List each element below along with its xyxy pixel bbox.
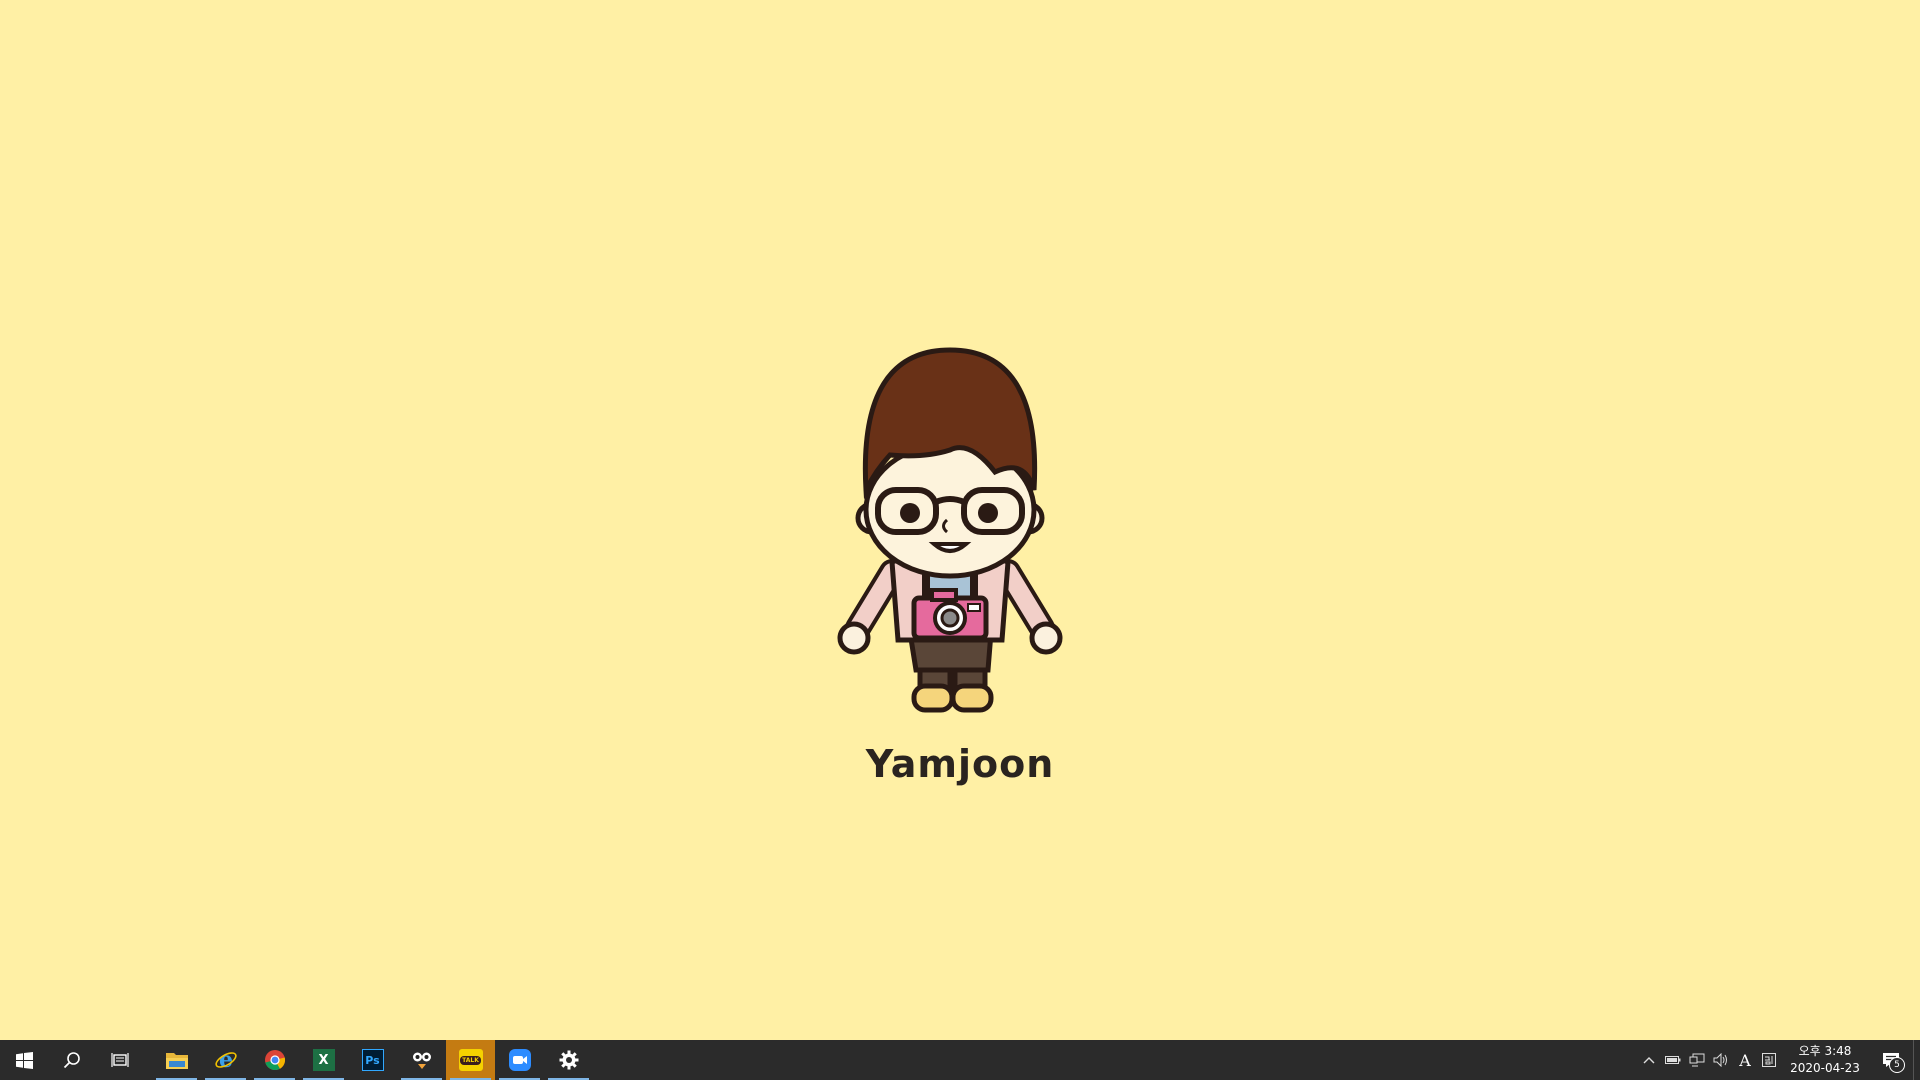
taskbar-app-bandizip[interactable] [397,1040,446,1080]
settings-icon [559,1050,578,1070]
task-view-icon [111,1053,129,1067]
taskbar-app-settings[interactable] [544,1040,593,1080]
clock[interactable]: 오후 3:48 2020-04-23 [1781,1040,1869,1080]
taskbar: e X Ps TALK A 오후 3:48 2020-04-23 5 [0,1040,1920,1080]
file-explorer-icon [165,1053,188,1069]
excel-logo-text: X [318,1052,329,1068]
taskbar-app-kakaotalk[interactable]: TALK [446,1040,495,1080]
clock-date: 2020-04-23 [1790,1061,1860,1075]
action-center-button[interactable]: 5 [1869,1040,1913,1080]
ime-mode-text: A [1739,1050,1751,1070]
system-tray: A 오후 3:48 2020-04-23 5 [1637,1040,1920,1080]
volume-icon [1713,1053,1727,1067]
zoom-icon [508,1049,531,1071]
windows-logo-icon [15,1051,33,1069]
show-hidden-icons-button[interactable] [1637,1040,1661,1080]
chrome-icon [264,1050,285,1071]
photoshop-logo-text: Ps [365,1053,380,1067]
character-head [855,347,1045,579]
taskbar-app-chrome[interactable] [250,1040,299,1080]
network-status[interactable] [1685,1040,1709,1080]
character-illustration [837,347,1063,713]
network-icon [1689,1053,1705,1067]
photoshop-icon: Ps [361,1049,384,1071]
korean-ime-icon [1762,1053,1776,1067]
svg-text:e: e [219,1048,233,1072]
taskbar-app-zoom[interactable] [495,1040,544,1080]
battery-status[interactable] [1661,1040,1685,1080]
chevron-up-icon [1643,1057,1655,1064]
task-view-button[interactable] [96,1040,144,1080]
clock-time: 오후 3:48 [1798,1044,1852,1058]
desktop[interactable]: Yamjoon [0,0,1920,1040]
volume-control[interactable] [1709,1040,1733,1080]
search-button[interactable] [48,1040,96,1080]
taskbar-app-photoshop[interactable]: Ps [348,1040,397,1080]
kakaotalk-logo-text: TALK [460,1055,481,1065]
show-desktop-button[interactable] [1913,1040,1920,1080]
notification-count-badge: 5 [1889,1057,1905,1073]
start-button[interactable] [0,1040,48,1080]
bandizip-icon [412,1052,431,1069]
taskbar-app-file-explorer[interactable] [152,1040,201,1080]
excel-icon: X [312,1049,335,1071]
internet-explorer-icon: e [214,1048,237,1072]
search-icon [63,1052,80,1069]
kakaotalk-icon: TALK [458,1049,483,1071]
battery-icon [1665,1056,1681,1064]
ime-mode-indicator[interactable]: A [1733,1040,1757,1080]
taskbar-app-internet-explorer[interactable]: e [201,1040,250,1080]
korean-ime-button[interactable] [1757,1040,1781,1080]
camera-graphic [911,588,989,641]
wallpaper-name-text: Yamjoon [865,742,1055,786]
taskbar-app-excel[interactable]: X [299,1040,348,1080]
